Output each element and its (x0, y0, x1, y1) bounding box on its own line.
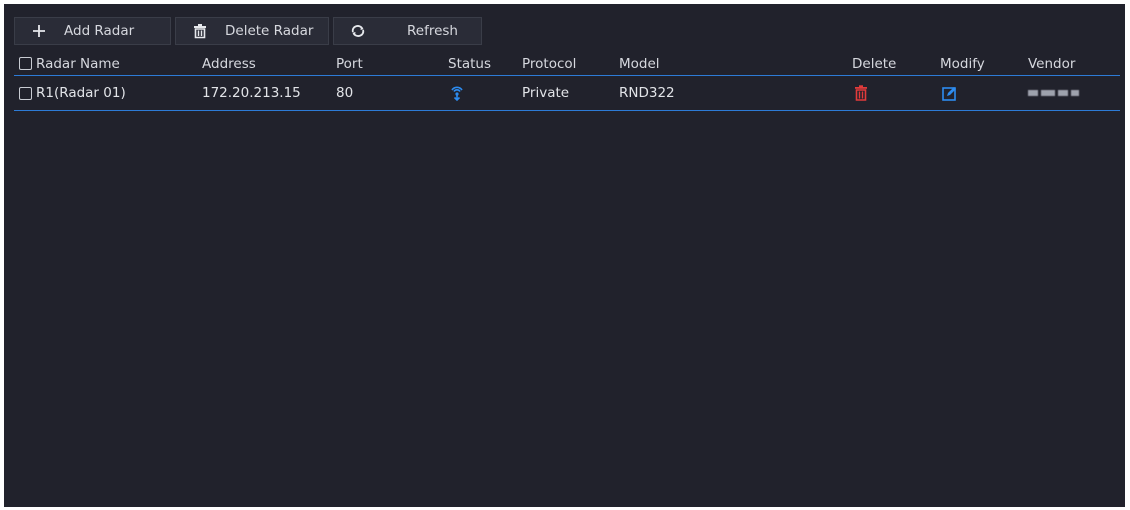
header-delete: Delete (852, 55, 897, 72)
vendor-cell (1028, 76, 1079, 110)
online-status-icon (450, 84, 464, 102)
status-cell (448, 76, 464, 110)
header-radar-name-label: Radar Name (36, 55, 120, 72)
refresh-button[interactable]: Refresh (333, 17, 482, 45)
header-vendor: Vendor (1028, 55, 1076, 72)
add-radar-label: Add Radar (64, 23, 135, 39)
header-protocol: Protocol (522, 55, 577, 72)
radar-protocol: Private (522, 85, 570, 101)
radar-name-cell: R1(Radar 01) (19, 76, 126, 110)
toolbar: Add Radar Delete Radar Refresh (14, 17, 482, 47)
delete-radar-label: Delete Radar (225, 23, 314, 39)
header-radar-name: Radar Name (19, 52, 120, 75)
header-port: Port (336, 55, 363, 72)
radar-address: 172.20.213.15 (202, 85, 301, 101)
radar-name: R1(Radar 01) (36, 85, 126, 101)
refresh-icon (349, 22, 367, 40)
radar-table: Radar Name Address Port Status Protocol … (14, 52, 1120, 111)
radar-management-panel: Add Radar Delete Radar Refresh Radar Nam… (4, 4, 1125, 507)
delete-cell (852, 76, 868, 110)
trash-icon (191, 22, 209, 40)
modify-cell (940, 76, 957, 110)
refresh-label: Refresh (407, 23, 458, 39)
trash-icon[interactable] (854, 85, 868, 101)
plus-icon (30, 22, 48, 40)
edit-icon[interactable] (942, 86, 957, 101)
header-address: Address (202, 55, 256, 72)
add-radar-button[interactable]: Add Radar (14, 17, 171, 45)
delete-radar-button[interactable]: Delete Radar (175, 17, 329, 45)
radar-model: RND322 (619, 85, 675, 101)
header-modify: Modify (940, 55, 985, 72)
header-status: Status (448, 55, 492, 72)
table-header: Radar Name Address Port Status Protocol … (14, 52, 1120, 76)
row-checkbox[interactable] (19, 86, 32, 100)
table-row[interactable]: R1(Radar 01) 172.20.213.15 80 Private RN… (14, 76, 1120, 111)
radar-port: 80 (336, 85, 354, 101)
header-model: Model (619, 55, 660, 72)
redacted-vendor (1028, 90, 1079, 96)
select-all-checkbox[interactable] (19, 57, 32, 70)
